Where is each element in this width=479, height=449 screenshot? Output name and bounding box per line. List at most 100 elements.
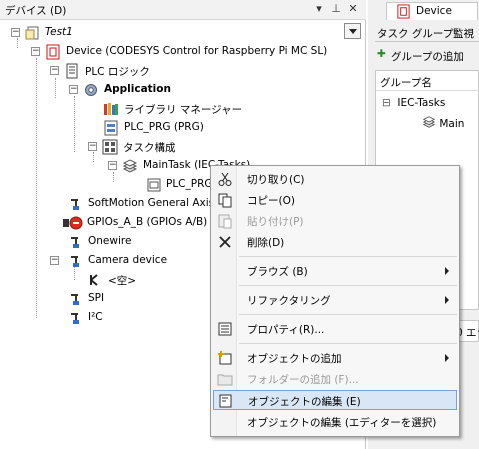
menu-label: オブジェクトの編集 (エディターを選択): [247, 417, 437, 429]
program-icon: [104, 120, 118, 136]
menu-item-cut[interactable]: 切り取り(C): [213, 169, 457, 189]
tree-node-device[interactable]: − Device (CODESYS Control for Raspberry …: [30, 43, 360, 61]
add-object-icon: [218, 351, 232, 365]
tree-node-project[interactable]: − Test1: [10, 24, 210, 42]
tree-node-camera[interactable]: − Camera device: [49, 252, 209, 270]
task-config-label: タスク構成: [123, 142, 176, 154]
properties-icon: [218, 322, 232, 336]
collapse-icon[interactable]: −: [50, 66, 59, 75]
tree-node-gpios[interactable]: GPIOs_A_B (GPIOs A/B): [62, 214, 210, 232]
add-icon[interactable]: ✚: [377, 48, 386, 60]
main-task-plc-prg-label: PLC_PRG: [166, 178, 213, 190]
tree-node-plc-logic[interactable]: − PLC ロジック: [49, 62, 249, 80]
tree-node-task-config[interactable]: − タスク構成: [87, 138, 287, 156]
close-pane-button[interactable]: ✕: [346, 2, 360, 16]
menu-separator: [239, 285, 457, 286]
library-manager-label: ライブラリ マネージャー: [124, 104, 243, 116]
tab-task-group[interactable]: タスク グループ: [377, 26, 453, 41]
bus-icon: [71, 256, 79, 267]
submenu-arrow-icon: [445, 354, 449, 362]
onewire-label: Onewire: [88, 235, 132, 247]
menu-label: プロパティ(R)...: [247, 324, 325, 336]
delete-icon: [219, 236, 231, 248]
program-call-icon: [147, 178, 161, 192]
menu-item-edit-object-with[interactable]: オブジェクトの編集 (エディターを選択): [213, 412, 457, 432]
submenu-arrow-icon: [445, 296, 449, 304]
scissors-icon: [218, 172, 232, 186]
menu-separator: [239, 343, 457, 344]
menu-item-properties[interactable]: プロパティ(R)...: [213, 319, 457, 339]
menu-item-delete[interactable]: 削除(D): [213, 232, 457, 252]
plc-logic-label: PLC ロジック: [85, 66, 150, 78]
collapse-icon[interactable]: −: [108, 161, 117, 170]
camera-label: Camera device: [88, 254, 168, 266]
paste-icon: [218, 214, 232, 229]
gear-icon: [85, 84, 97, 96]
submenu-arrow-icon: [445, 267, 449, 275]
collapse-icon[interactable]: −: [50, 256, 59, 265]
tree-node-i2c[interactable]: I²C: [68, 309, 148, 327]
editor-subtabs: タスク グループ 監視: [375, 24, 479, 42]
tree-node-spi[interactable]: SPI: [68, 290, 148, 308]
collapse-icon[interactable]: −: [31, 47, 40, 56]
menu-item-paste[interactable]: 貼り付け(P): [213, 211, 457, 231]
menu-label: オブジェクトの追加: [247, 353, 342, 365]
tab-device-label: Device: [416, 5, 452, 17]
device-icon: [397, 4, 410, 19]
menu-label: 切り取り(C): [247, 174, 305, 186]
project-icon: [25, 26, 39, 40]
plc-logic-icon: [66, 63, 78, 79]
tree-node-softmotion[interactable]: SoftMotion General Axis Pool: [68, 195, 210, 213]
device-label: Device (CODESYS Control for Raspberry Pi…: [66, 45, 328, 57]
collapse-icon[interactable]: ⊟: [382, 97, 394, 109]
menu-item-browse[interactable]: ブラウズ (B): [213, 261, 457, 281]
add-group-button[interactable]: グループの追加: [391, 49, 464, 64]
menu-label: オブジェクトの編集 (E): [248, 396, 361, 408]
collapse-icon[interactable]: −: [69, 85, 78, 94]
devices-pane-title: デバイス (D): [5, 5, 67, 17]
menu-item-edit-object[interactable]: オブジェクトの編集 (E): [213, 390, 457, 410]
folder-icon: [217, 374, 233, 386]
devices-pane-header: デバイス (D) ▾ ⊥ ✕: [0, 0, 366, 20]
tree-node-onewire[interactable]: Onewire: [68, 233, 208, 251]
device-icon: [46, 44, 60, 60]
pane-dropdown-button[interactable]: ▾: [312, 2, 326, 16]
tab-device[interactable]: Device: [386, 2, 478, 20]
task-config-icon: [102, 139, 118, 155]
bus-icon: [71, 237, 79, 248]
application-label: Application: [104, 83, 171, 95]
collapse-icon[interactable]: −: [88, 142, 97, 151]
menu-item-add-object[interactable]: オブジェクトの追加: [213, 348, 457, 368]
i2c-label: I²C: [88, 311, 103, 323]
menu-label: 削除(D): [247, 237, 285, 249]
tab-monitor[interactable]: 監視: [453, 26, 474, 41]
editor-toolbar: ✚ グループの追加: [375, 45, 479, 67]
pin-icon[interactable]: ⊥: [329, 2, 343, 16]
list-item-main[interactable]: Main: [422, 115, 464, 130]
list-item-iec-tasks[interactable]: ⊟ IEC-Tasks: [382, 97, 445, 109]
empty-slot-label: <空>: [108, 275, 137, 287]
tree-node-application[interactable]: − Application: [68, 81, 268, 99]
main-label: Main: [439, 118, 465, 130]
bus-icon: [71, 313, 79, 324]
empty-slot-icon: [90, 274, 98, 286]
axis-pool-icon: [71, 199, 79, 210]
bus-icon: [71, 294, 79, 305]
task-icon: [422, 116, 436, 128]
tree-node-empty-slot[interactable]: <空>: [86, 271, 166, 289]
menu-item-add-folder[interactable]: フォルダーの追加 (F)...: [213, 369, 457, 389]
tree-node-plc-prg[interactable]: PLC_PRG (PRG): [100, 119, 300, 137]
menu-separator: [239, 314, 457, 315]
copy-icon: [218, 193, 232, 208]
tree-node-main-task-plc-prg[interactable]: PLC_PRG: [146, 176, 213, 194]
chevron-down-icon[interactable]: [344, 23, 361, 39]
tree-node-library-manager[interactable]: ライブラリ マネージャー: [100, 100, 300, 118]
collapse-icon[interactable]: −: [11, 28, 20, 37]
menu-item-copy[interactable]: コピー(O): [213, 190, 457, 210]
list-header: グループ名: [376, 71, 479, 91]
menu-item-refactoring[interactable]: リファクタリング: [213, 290, 457, 310]
spi-label: SPI: [88, 292, 105, 304]
project-label: Test1: [45, 26, 73, 38]
menu-label: ブラウズ (B): [247, 266, 308, 278]
plc-prg-label: PLC_PRG (PRG): [124, 121, 204, 133]
